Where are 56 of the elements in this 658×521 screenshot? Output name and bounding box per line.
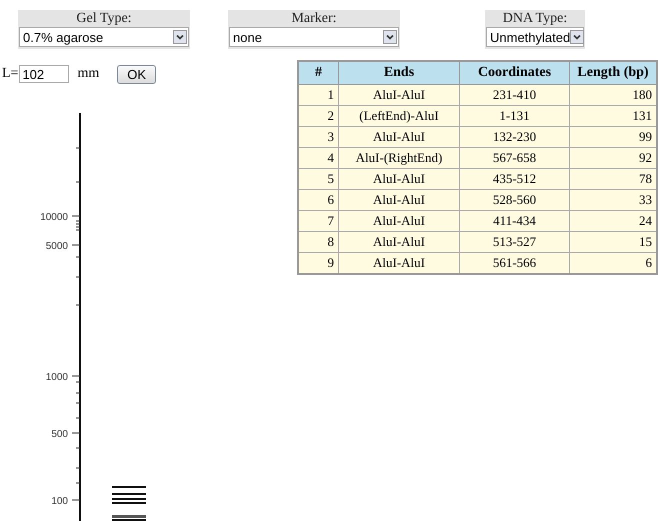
selector-label: DNA Type:: [502, 10, 568, 27]
length-label: L=: [2, 66, 18, 82]
table-cell: 4: [298, 148, 338, 168]
column-header: Ends: [338, 61, 460, 84]
table-cell: 92: [570, 148, 657, 168]
column-header: #: [298, 61, 338, 84]
axis-label: 1000: [46, 372, 68, 383]
table-cell: 1-131: [460, 106, 570, 126]
table-cell: 33: [570, 190, 657, 210]
dropdown-field[interactable]: Unmethylated: [486, 27, 584, 47]
unit-label: mm: [77, 66, 100, 82]
selector-label: Gel Type:: [75, 10, 133, 27]
table-cell: AluI-AluI: [338, 232, 460, 252]
length-input[interactable]: 102: [19, 65, 70, 83]
axis-label: 100: [51, 496, 68, 507]
table-cell: 6: [298, 190, 338, 210]
table-cell: 132-230: [460, 126, 570, 148]
table-cell: (LeftEnd)-AluI: [338, 106, 460, 126]
column-header: Coordinates: [460, 61, 570, 84]
table-cell: 9: [298, 252, 338, 274]
table-cell: AluI-AluI: [338, 168, 460, 190]
table-cell: 15: [570, 232, 657, 252]
table-cell: 528-560: [460, 190, 570, 210]
table-cell: 6: [570, 252, 657, 274]
table-cell: 3: [298, 126, 338, 148]
dropdown-field[interactable]: 0.7% agarose: [19, 27, 189, 47]
table-cell: 513-527: [460, 232, 570, 252]
table-cell: 180: [570, 84, 657, 106]
table-cell: 131: [570, 106, 657, 126]
dropdown-field[interactable]: none: [229, 27, 399, 47]
table-cell: 2: [298, 106, 338, 126]
table-cell: 24: [570, 210, 657, 232]
table-cell: 99: [570, 126, 657, 148]
table-cell: AluI-(RightEnd): [338, 148, 460, 168]
table-cell: 411-434: [460, 210, 570, 232]
ok-button[interactable]: OK: [117, 64, 156, 84]
column-header: Length (bp): [570, 61, 657, 84]
table-cell: 8: [298, 232, 338, 252]
table-cell: 78: [570, 168, 657, 190]
axis-label: 10000: [40, 212, 68, 223]
table-cell: AluI-AluI: [338, 126, 460, 148]
table-cell: AluI-AluI: [338, 190, 460, 210]
table-cell: AluI-AluI: [338, 84, 460, 106]
table-cell: AluI-AluI: [338, 210, 460, 232]
axis-label: 500: [51, 429, 68, 440]
table-cell: 7: [298, 210, 338, 232]
table-cell: 561-566: [460, 252, 570, 274]
selector-label: Marker:: [290, 10, 338, 27]
table-cell: AluI-AluI: [338, 252, 460, 274]
table-cell: 231-410: [460, 84, 570, 106]
axis-label: 5000: [46, 241, 68, 252]
dna-bands-drawing: [112, 486, 146, 521]
table-cell: 5: [298, 168, 338, 190]
table-cell: 435-512: [460, 168, 570, 190]
table-cell: 1: [298, 84, 338, 106]
table-cell: 567-658: [460, 148, 570, 168]
